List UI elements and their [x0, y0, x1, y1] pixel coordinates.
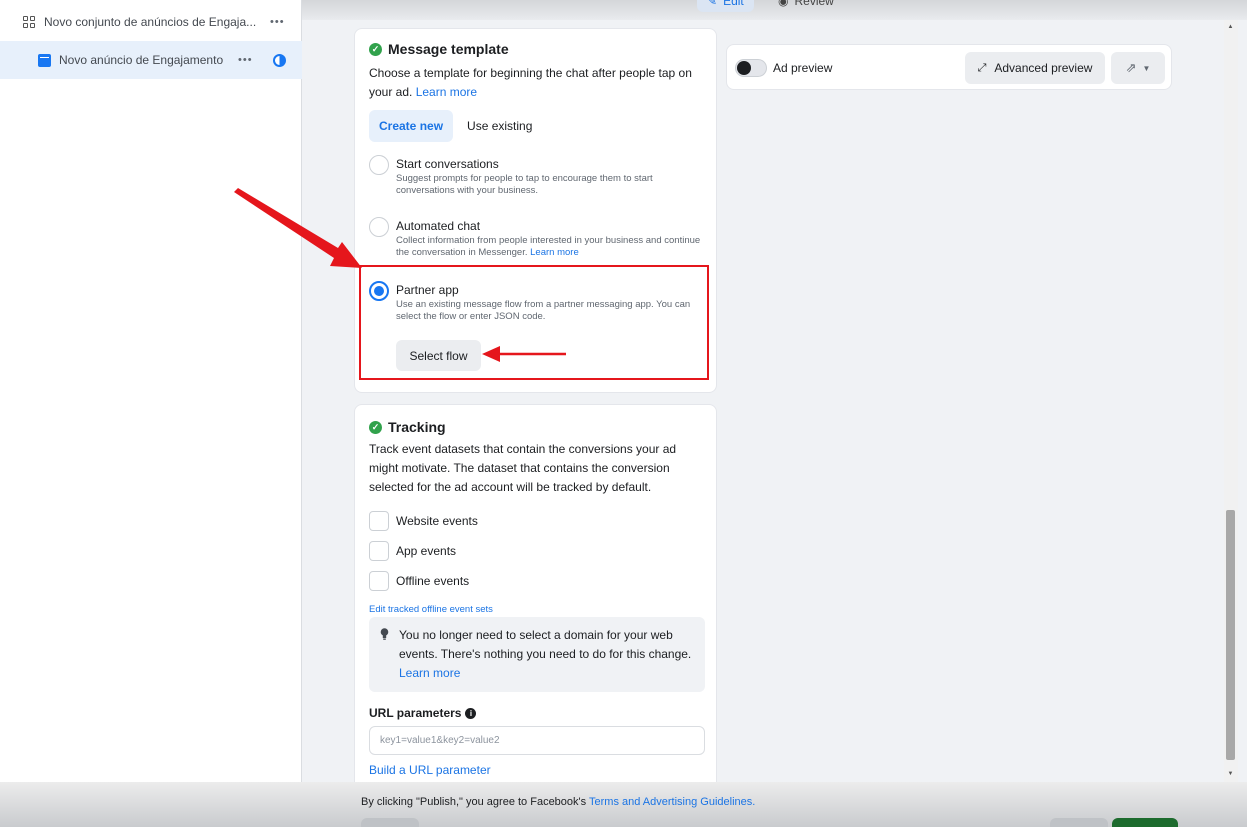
scroll-down-arrow-icon[interactable]: ▼: [1226, 771, 1235, 777]
section-title: Message template: [388, 41, 509, 57]
learn-more-link[interactable]: Learn more: [399, 666, 460, 680]
scroll-up-arrow-icon[interactable]: ▲: [1226, 24, 1235, 30]
ad-preview-label: Ad preview: [773, 61, 833, 75]
sidebar-item-ad[interactable]: Novo anúncio de Engajamento •••: [0, 41, 302, 79]
eye-icon: ◉: [778, 0, 789, 8]
sidebar-item-ad-set[interactable]: Novo conjunto de anúncios de Engaja... •…: [0, 3, 302, 41]
scrollbar-thumb[interactable]: [1226, 510, 1235, 760]
tracking-card: ✓ Tracking Track event datasets that con…: [354, 404, 717, 804]
annotation-highlight-box: [359, 265, 709, 380]
campaign-tree-sidebar: Novo conjunto de anúncios de Engaja... •…: [0, 0, 302, 827]
share-dropdown-button[interactable]: ⇗ ▼: [1111, 52, 1165, 84]
url-parameters-label: URL parameters i: [369, 706, 477, 720]
publish-button[interactable]: [1112, 818, 1178, 827]
pencil-icon: ✎: [707, 0, 718, 8]
option-automated-chat[interactable]: Automated chat Collect information from …: [369, 217, 704, 265]
template-mode-tabs: Create new Use existing: [369, 110, 542, 142]
tab-create-new[interactable]: Create new: [369, 110, 454, 142]
checkbox[interactable]: [369, 511, 389, 531]
message-template-header: ✓ Message template: [369, 41, 509, 57]
terms-link[interactable]: Terms and Advertising Guidelines.: [589, 796, 755, 808]
checkbox-label: App events: [396, 544, 457, 558]
back-button[interactable]: [1050, 818, 1108, 827]
sidebar-item-label: Novo anúncio de Engajamento: [59, 53, 224, 67]
legal-notice: By clicking "Publish," you agree to Face…: [361, 796, 756, 808]
url-parameters-input[interactable]: [369, 726, 705, 755]
ad-set-icon: [23, 15, 36, 29]
tracking-description: Track event datasets that contain the co…: [369, 442, 677, 494]
option-title: Start conversations: [396, 157, 499, 171]
option-subtitle: Collect information from people interest…: [396, 235, 701, 258]
check-icon: ✓: [369, 42, 382, 56]
radio-button[interactable]: [369, 217, 389, 237]
checkbox[interactable]: [369, 541, 389, 561]
learn-more-link[interactable]: Learn more: [416, 85, 477, 99]
message-template-description: Choose a template for beginning the chat…: [369, 66, 692, 99]
draft-status-icon: [273, 53, 286, 67]
build-url-parameter-link[interactable]: Build a URL parameter: [369, 763, 491, 777]
sidebar-item-label: Novo conjunto de anúncios de Engaja...: [44, 15, 257, 29]
ad-icon: [38, 53, 51, 67]
learn-more-link[interactable]: Learn more: [530, 247, 579, 258]
tab-review-label: Review: [794, 0, 834, 8]
option-title: Automated chat: [396, 219, 481, 233]
close-button[interactable]: [361, 818, 419, 827]
tab-review[interactable]: ◉ Review: [768, 0, 844, 12]
chevron-down-icon: ▼: [1142, 63, 1151, 73]
check-icon: ✓: [369, 420, 382, 434]
more-options-icon[interactable]: •••: [270, 16, 285, 28]
checkbox-website-events[interactable]: Website events: [369, 511, 478, 531]
expand-icon: ⤢: [977, 61, 987, 74]
ad-preview-bar: Ad preview ⤢ Advanced preview ⇗ ▼: [726, 44, 1172, 90]
ad-preview-toggle[interactable]: [735, 59, 767, 77]
publish-footer: By clicking "Publish," you agree to Face…: [0, 782, 1247, 827]
edit-offline-event-sets-link[interactable]: Edit tracked offline event sets: [369, 604, 493, 615]
advanced-preview-button[interactable]: ⤢ Advanced preview: [965, 52, 1105, 84]
checkbox-label: Website events: [396, 514, 478, 528]
info-icon[interactable]: i: [465, 707, 477, 719]
checkbox-label: Offline events: [396, 574, 470, 588]
checkbox-offline-events[interactable]: Offline events: [369, 571, 469, 591]
checkbox[interactable]: [369, 571, 389, 591]
tracking-header: ✓ Tracking: [369, 419, 446, 435]
info-notice: You no longer need to select a domain fo…: [369, 617, 705, 692]
share-icon: ⇗: [1125, 60, 1137, 75]
advanced-preview-label: Advanced preview: [994, 61, 1093, 75]
tab-edit[interactable]: ✎ Edit: [697, 0, 754, 12]
radio-button[interactable]: [369, 155, 389, 175]
tab-use-existing[interactable]: Use existing: [457, 110, 542, 142]
tab-edit-label: Edit: [723, 0, 744, 8]
option-start-conversations[interactable]: Start conversations Suggest prompts for …: [369, 155, 704, 203]
option-subtitle: Suggest prompts for people to tap to enc…: [396, 173, 653, 196]
checkbox-app-events[interactable]: App events: [369, 541, 456, 561]
section-title: Tracking: [388, 419, 446, 435]
lightbulb-icon: [380, 628, 389, 640]
info-text: You no longer need to select a domain fo…: [399, 628, 692, 680]
more-options-icon[interactable]: •••: [238, 54, 253, 66]
